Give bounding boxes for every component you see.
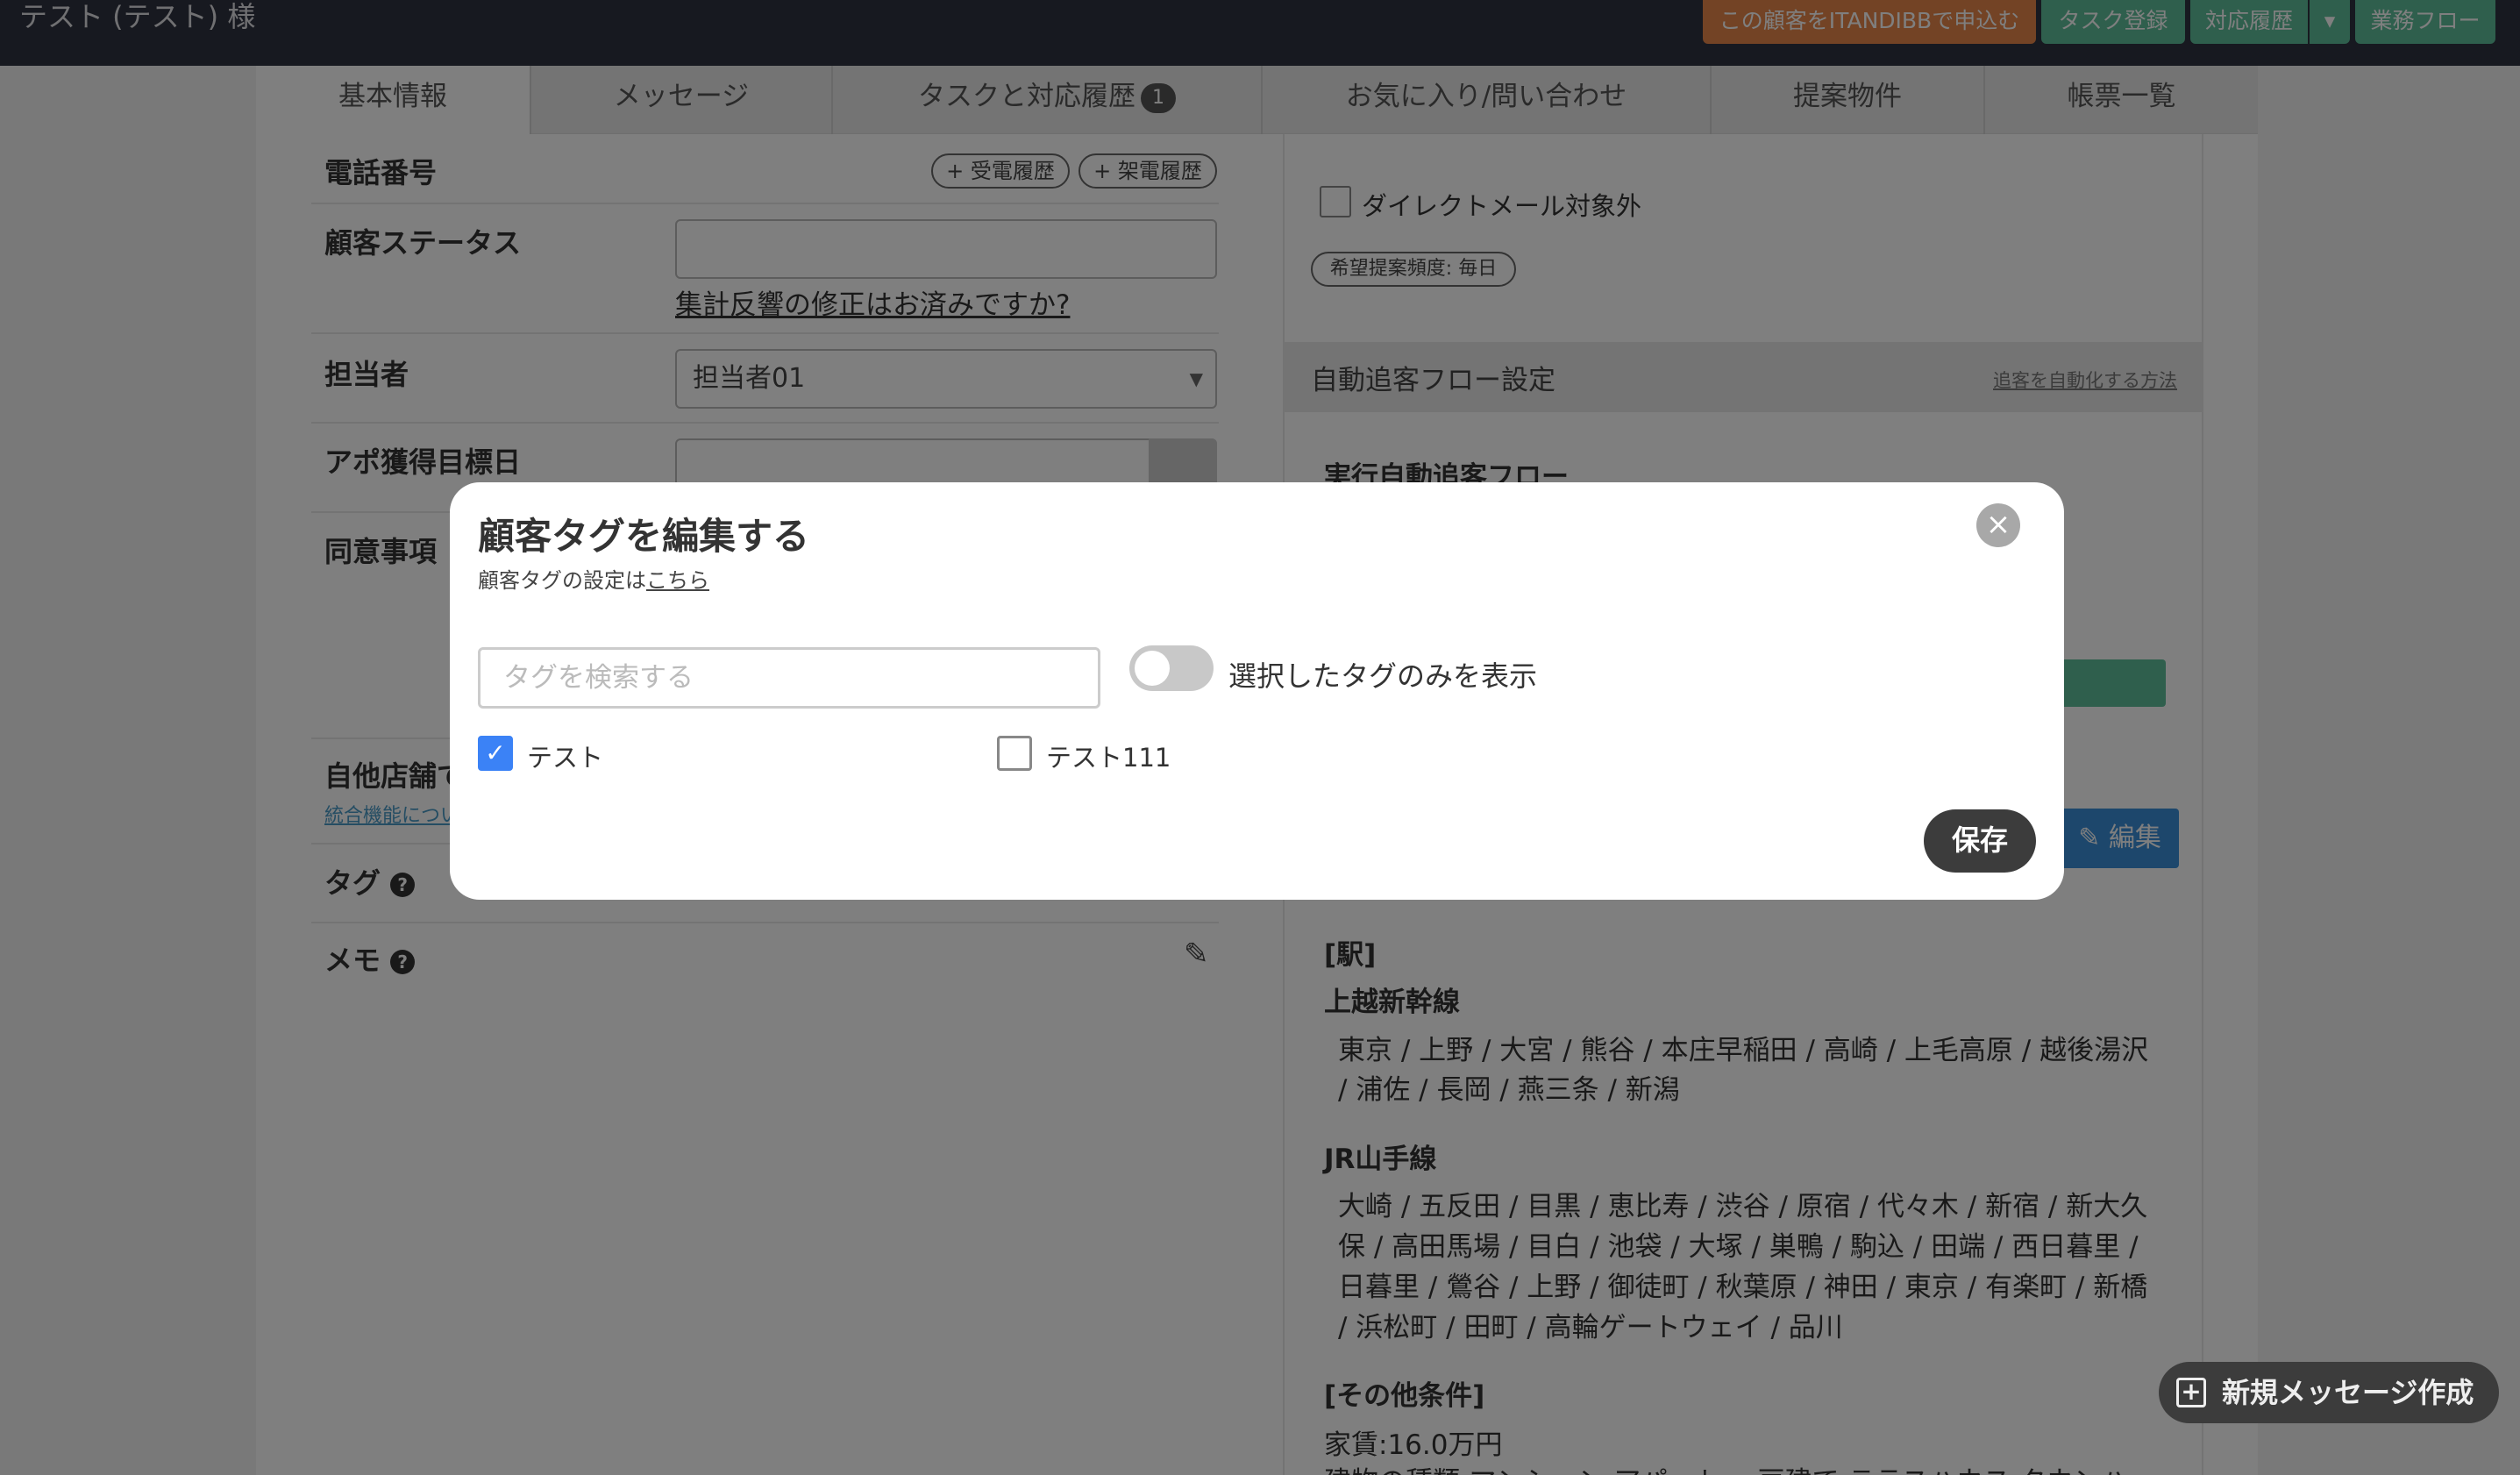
checked-checkbox-icon[interactable]: ✓: [478, 736, 513, 771]
modal-title: 顧客タグを編集する: [478, 515, 810, 558]
new-message-label: 新規メッセージ作成: [2222, 1376, 2474, 1409]
new-message-button[interactable]: + 新規メッセージ作成: [2159, 1362, 2499, 1423]
selected-only-toggle[interactable]: [1129, 645, 1214, 691]
edit-tags-modal: 顧客タグを編集する 顧客タグの設定はこちら × 選択したタグのみを表示 ✓ テス…: [450, 482, 2064, 900]
modal-subtitle-text: 顧客タグの設定は: [478, 568, 646, 593]
tag-search-input[interactable]: [478, 647, 1100, 709]
selected-only-label: 選択したタグのみを表示: [1228, 659, 1538, 693]
modal-subtitle: 顧客タグの設定はこちら: [478, 563, 709, 594]
close-icon[interactable]: ×: [1976, 503, 2020, 547]
tag-option-label: テスト: [527, 743, 604, 773]
plus-square-icon: +: [2176, 1378, 2206, 1407]
toggle-knob: [1135, 651, 1170, 686]
save-button[interactable]: 保存: [1924, 809, 2036, 873]
tag-option-label: テスト111: [1046, 743, 1171, 773]
tag-settings-link[interactable]: こちら: [646, 568, 709, 593]
unchecked-checkbox-icon[interactable]: [997, 736, 1032, 771]
